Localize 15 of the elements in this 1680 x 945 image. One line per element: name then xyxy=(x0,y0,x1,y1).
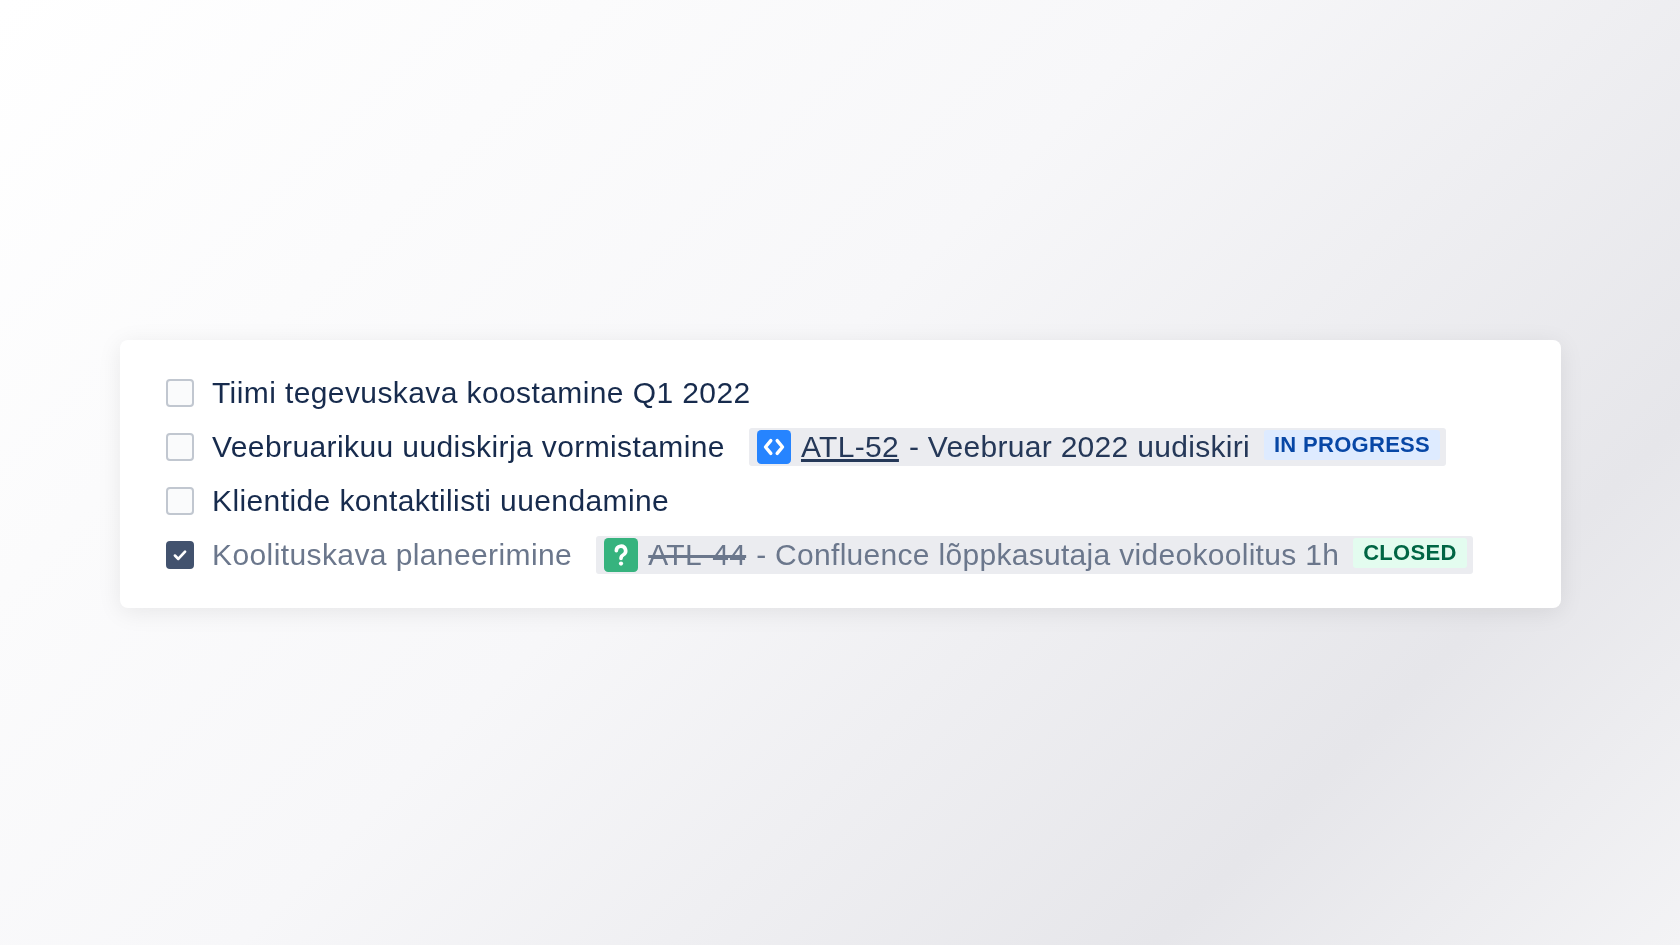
code-icon xyxy=(756,430,791,464)
issue-macro[interactable]: ATL-44 - Confluence lõppkasutaja videokoolitus 1h CLOSED xyxy=(596,536,1473,574)
issue-key-link[interactable]: ATL-44 xyxy=(648,538,747,572)
status-lozenge: IN PROGRESS xyxy=(1263,430,1441,460)
checkbox[interactable] xyxy=(166,541,194,569)
task-label: Koolituskava planeerimine xyxy=(212,538,573,572)
issue-macro[interactable]: ATL-52 - Veebruar 2022 uudiskiri IN PROGRESS xyxy=(748,428,1447,466)
issue-title: - Veebruar 2022 uudiskiri xyxy=(908,430,1250,464)
status-lozenge: CLOSED xyxy=(1353,538,1467,568)
task-label: Tiimi tegevuskava koostamine Q1 2022 xyxy=(212,376,751,410)
question-icon xyxy=(604,538,639,572)
issue-key-link[interactable]: ATL-52 xyxy=(800,430,899,464)
task-label: Veebruarikuu uudiskirja vormistamine xyxy=(212,430,725,464)
issue-title: - Confluence lõppkasutaja videokoolitus 1h xyxy=(756,538,1340,572)
task-label: Klientide kontaktilisti uuendamine xyxy=(212,484,670,518)
